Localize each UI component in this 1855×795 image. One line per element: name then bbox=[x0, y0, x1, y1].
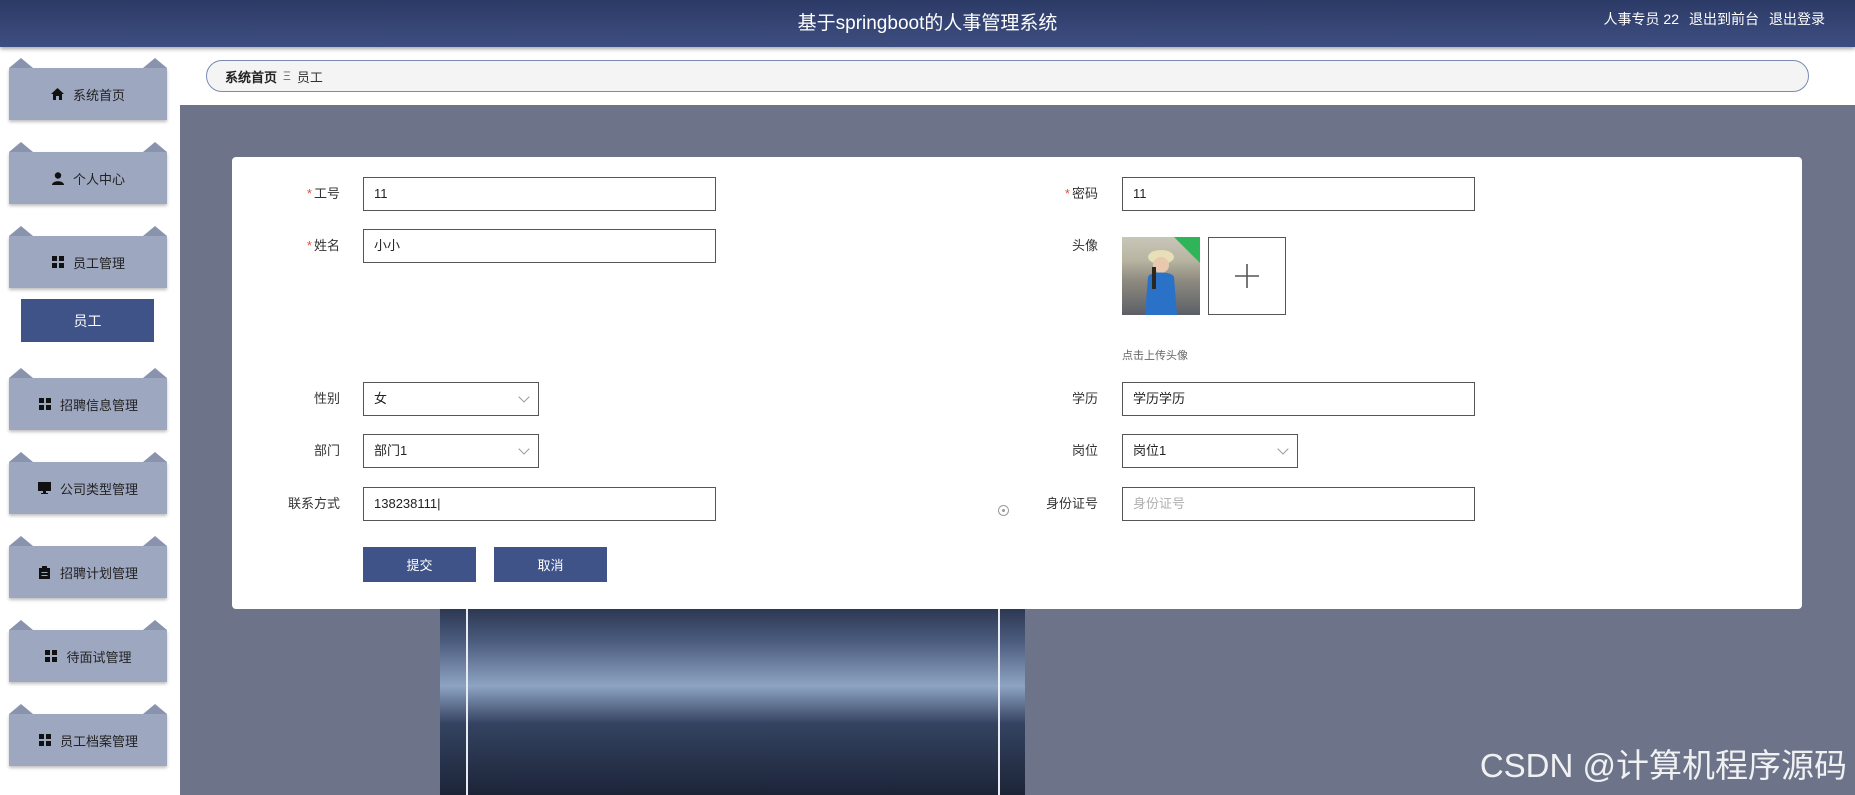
logout-link[interactable]: 退出登录 bbox=[1769, 9, 1825, 29]
clear-icon[interactable] bbox=[998, 505, 1009, 516]
submit-button[interactable]: 提交 bbox=[363, 547, 476, 582]
back-to-front-link[interactable]: 退出到前台 bbox=[1689, 9, 1759, 29]
plus-icon bbox=[1235, 264, 1259, 288]
department-value: 部门1 bbox=[374, 443, 408, 458]
menu-item-recruitment-info[interactable]: 招聘信息管理 bbox=[9, 368, 167, 430]
cancel-button[interactable]: 取消 bbox=[494, 547, 607, 582]
app-title: 基于springboot的人事管理系统 bbox=[797, 13, 1058, 34]
contact-label: 联系方式 bbox=[287, 496, 340, 511]
password-label: * 密码 bbox=[1064, 186, 1098, 201]
menu-label: 员工管理 bbox=[72, 255, 125, 271]
education-label: 学历 bbox=[1071, 391, 1098, 406]
main-content: 系统首页 Ξ 员工 * 工号 11 * 密码 11 * 姓名 小小 头像 点击上… bbox=[180, 47, 1855, 795]
menu-item-company-type[interactable]: 公司类型管理 bbox=[9, 452, 167, 514]
current-user-label: 人事专员 22 bbox=[1603, 11, 1679, 27]
menu-label: 待面试管理 bbox=[66, 649, 132, 665]
id-card-label: 身份证号 bbox=[1045, 496, 1098, 511]
menu-item-employee-archive[interactable]: 员工档案管理 bbox=[9, 704, 167, 766]
name-input[interactable]: 小小 bbox=[363, 229, 716, 263]
avatar-preview[interactable] bbox=[1122, 237, 1200, 315]
education-input[interactable]: 学历学历 bbox=[1122, 382, 1475, 416]
employee-id-input[interactable]: 11 bbox=[363, 177, 716, 211]
chevron-down-icon bbox=[518, 391, 530, 403]
submenu-item-employee[interactable]: 员工 bbox=[21, 299, 154, 342]
employee-form: * 工号 11 * 密码 11 * 姓名 小小 头像 点击上传头像 性别 女 学历 学… bbox=[232, 157, 1802, 609]
grid-icon bbox=[38, 397, 52, 411]
contact-input[interactable]: 138238111| bbox=[363, 487, 716, 521]
menu-label: 招聘信息管理 bbox=[59, 397, 138, 413]
menu-item-employee-management[interactable]: 员工管理 bbox=[9, 226, 167, 288]
breadcrumb-home[interactable]: 系统首页 bbox=[225, 67, 277, 86]
department-label: 部门 bbox=[313, 443, 340, 458]
employee-id-label: * 工号 bbox=[306, 186, 340, 201]
sidebar: 系统首页 个人中心 员工管理 员工 招聘信息管理 公司类型管理 招聘计划管理 待… bbox=[0, 47, 180, 795]
home-icon bbox=[51, 87, 65, 101]
gender-label: 性别 bbox=[313, 391, 340, 406]
menu-item-interview[interactable]: 待面试管理 bbox=[9, 620, 167, 682]
id-card-input[interactable]: 身份证号 bbox=[1122, 487, 1475, 521]
chevron-down-icon bbox=[1277, 443, 1289, 455]
grid-icon bbox=[38, 733, 52, 747]
menu-label: 系统首页 bbox=[72, 87, 125, 103]
background-image bbox=[440, 607, 1025, 795]
gender-select[interactable]: 女 bbox=[363, 382, 539, 416]
clipboard-icon bbox=[38, 565, 52, 579]
menu-item-personal-center[interactable]: 个人中心 bbox=[9, 142, 167, 204]
gender-value: 女 bbox=[374, 391, 388, 406]
watermark: CSDN @计算机程序源码 bbox=[1479, 747, 1847, 784]
top-header: 基于springboot的人事管理系统 人事专员 22 退出到前台 退出登录 bbox=[0, 0, 1855, 47]
position-value: 岗位1 bbox=[1133, 443, 1167, 458]
menu-label: 招聘计划管理 bbox=[59, 565, 138, 581]
menu-label: 个人中心 bbox=[72, 171, 125, 187]
department-select[interactable]: 部门1 bbox=[363, 434, 539, 468]
chevron-down-icon bbox=[518, 443, 530, 455]
position-select[interactable]: 岗位1 bbox=[1122, 434, 1298, 468]
breadcrumb: 系统首页 Ξ 员工 bbox=[206, 60, 1809, 92]
upload-avatar-button[interactable] bbox=[1208, 237, 1286, 315]
position-label: 岗位 bbox=[1071, 443, 1098, 458]
grid-icon bbox=[44, 649, 58, 663]
grid-icon bbox=[51, 255, 65, 269]
menu-label: 员工档案管理 bbox=[59, 733, 138, 749]
breadcrumb-bar: 系统首页 Ξ 员工 bbox=[180, 47, 1855, 105]
menu-item-recruitment-plan[interactable]: 招聘计划管理 bbox=[9, 536, 167, 598]
menu-item-home[interactable]: 系统首页 bbox=[9, 58, 167, 120]
name-label: * 姓名 bbox=[306, 238, 340, 253]
header-actions: 人事专员 22 退出到前台 退出登录 bbox=[1604, 9, 1825, 29]
monitor-icon bbox=[38, 481, 52, 495]
password-input[interactable]: 11 bbox=[1122, 177, 1475, 211]
user-icon bbox=[51, 171, 65, 185]
upload-avatar-hint: 点击上传头像 bbox=[1122, 350, 1188, 362]
breadcrumb-current: 员工 bbox=[296, 69, 323, 85]
menu-label: 公司类型管理 bbox=[59, 481, 138, 497]
avatar-label: 头像 bbox=[1071, 238, 1098, 253]
breadcrumb-separator: Ξ bbox=[283, 69, 291, 83]
